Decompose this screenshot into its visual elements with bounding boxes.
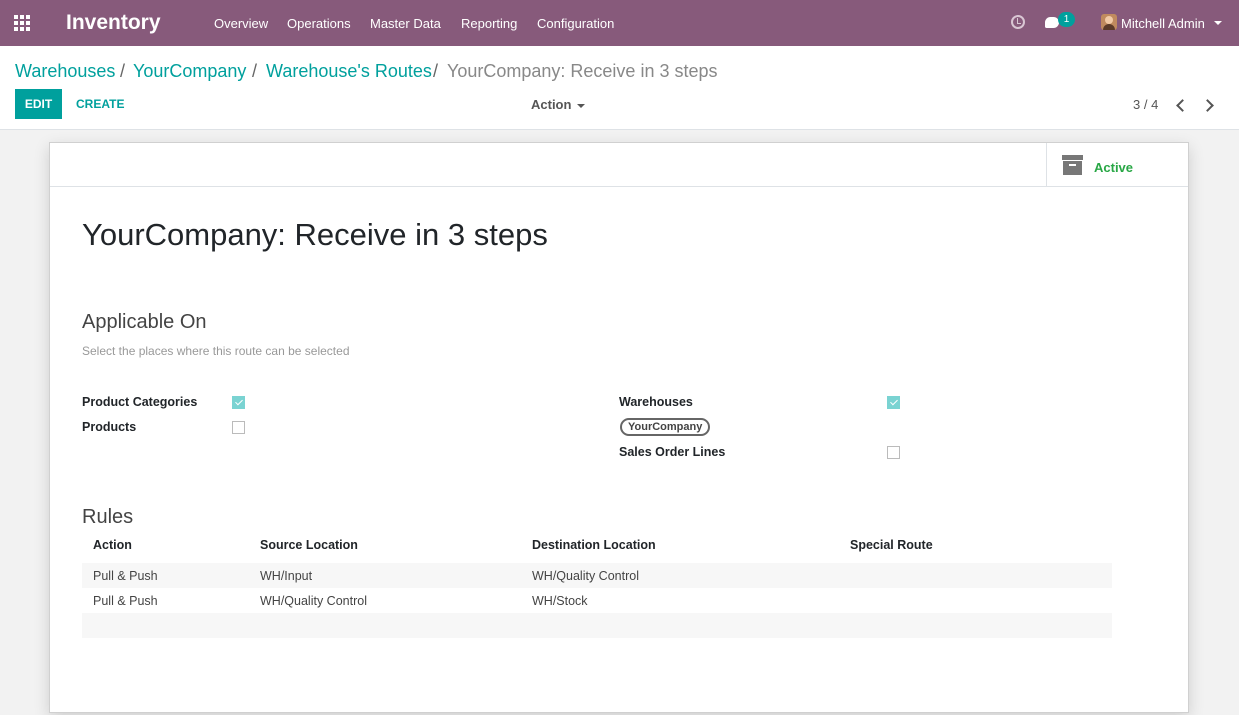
pager-previous-icon[interactable] — [1174, 98, 1186, 112]
product-categories-label: Product Categories — [82, 395, 198, 409]
app-name[interactable]: Inventory — [66, 11, 161, 35]
user-menu-name[interactable]: Mitchell Admin — [1121, 16, 1205, 31]
products-checkbox[interactable] — [232, 421, 245, 434]
user-menu-caret-icon[interactable] — [1214, 21, 1222, 25]
active-label: Active — [1094, 160, 1134, 175]
breadcrumb-current: YourCompany: Receive in 3 steps — [447, 61, 718, 81]
warehouse-tag[interactable]: YourCompany — [620, 418, 711, 436]
applicable-on-helper: Select the places where this route can b… — [82, 344, 350, 358]
create-button[interactable]: CREATE — [76, 97, 124, 111]
sales-order-lines-checkbox[interactable] — [887, 446, 900, 459]
rules-heading: Rules — [82, 506, 134, 528]
menu-reporting[interactable]: Reporting — [461, 16, 517, 31]
breadcrumb-separator: / — [120, 61, 126, 81]
pager-value[interactable]: 3 / 4 — [1133, 97, 1158, 112]
menu-master-data[interactable]: Master Data — [370, 16, 441, 31]
column-header-special-route[interactable]: Special Route — [850, 538, 933, 552]
messaging-chat-icon[interactable] — [1045, 17, 1059, 28]
warehouses-label: Warehouses — [619, 395, 693, 409]
applicable-on-heading: Applicable On — [82, 311, 207, 333]
column-header-destination-location[interactable]: Destination Location — [532, 538, 656, 552]
cell-destination-location: WH/Stock — [532, 594, 588, 608]
cell-destination-location: WH/Quality Control — [532, 569, 639, 583]
pager-next-icon[interactable] — [1202, 98, 1214, 112]
cell-source-location: WH/Quality Control — [260, 594, 367, 608]
breadcrumb-warehouse-routes[interactable]: Warehouse's Routes — [266, 61, 432, 82]
caret-down-icon — [577, 103, 586, 108]
activity-clock-icon[interactable] — [1011, 15, 1025, 29]
table-footer — [82, 613, 1112, 638]
control-panel: Warehouses / YourCompany / Warehouse's R… — [0, 46, 1239, 130]
menu-operations[interactable]: Operations — [287, 16, 351, 31]
top-navbar: Inventory Overview Operations Master Dat… — [0, 0, 1239, 46]
button-box: Active — [50, 143, 1188, 187]
form-sheet: Active YourCompany: Receive in 3 steps A… — [49, 142, 1189, 713]
breadcrumb-warehouses[interactable]: Warehouses — [15, 61, 115, 82]
breadcrumb-separator: / — [252, 61, 258, 81]
user-avatar[interactable] — [1101, 14, 1117, 30]
menu-overview[interactable]: Overview — [214, 16, 268, 31]
table-row[interactable]: Pull & Push WH/Input WH/Quality Control — [82, 563, 1112, 588]
cell-source-location: WH/Input — [260, 569, 313, 583]
apps-menu-icon[interactable] — [14, 15, 32, 31]
breadcrumb-separator: / — [433, 61, 439, 81]
action-dropdown-label: Action — [531, 97, 572, 112]
products-label: Products — [82, 420, 137, 434]
table-row[interactable]: Pull & Push WH/Quality Control WH/Stock — [82, 588, 1112, 613]
active-toggle-button[interactable]: Active — [1046, 143, 1188, 187]
action-dropdown[interactable]: Action — [531, 97, 586, 112]
breadcrumb-yourcompany[interactable]: YourCompany — [133, 61, 246, 82]
menu-configuration[interactable]: Configuration — [537, 16, 614, 31]
warehouses-checkbox[interactable] — [887, 396, 900, 409]
cell-action: Pull & Push — [93, 594, 158, 608]
record-title: YourCompany: Receive in 3 steps — [82, 217, 548, 252]
sales-order-lines-label: Sales Order Lines — [619, 445, 726, 459]
edit-button[interactable]: EDIT — [15, 89, 62, 119]
product-categories-checkbox[interactable] — [232, 396, 245, 409]
archive-icon — [1062, 155, 1083, 176]
message-count-badge: 1 — [1058, 12, 1075, 27]
column-header-source-location[interactable]: Source Location — [260, 538, 358, 552]
column-header-action[interactable]: Action — [93, 538, 132, 552]
cell-action: Pull & Push — [93, 569, 158, 583]
